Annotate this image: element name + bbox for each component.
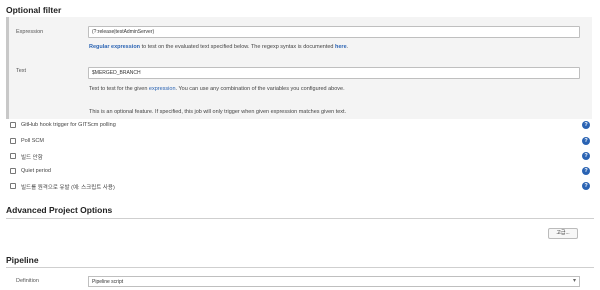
trigger-row-remote-build: 빌드를 원격으로 유발 (예: 스크립트 사용) ? (10, 181, 594, 192)
poll-scm-checkbox[interactable] (10, 138, 16, 144)
help-icon[interactable]: ? (582, 137, 590, 145)
advanced-button[interactable]: 고급... (548, 228, 578, 239)
section-divider (6, 218, 594, 219)
disable-build-checkbox[interactable] (10, 153, 16, 159)
trigger-row-github-hook: GitHub hook trigger for GITScm polling ? (10, 120, 594, 131)
expression-help: Regular expression to test on the evalua… (89, 44, 348, 50)
disable-build-label[interactable]: 빌드 안함 (21, 153, 43, 161)
pipeline-title: Pipeline (6, 255, 39, 265)
remote-build-checkbox[interactable] (10, 183, 16, 189)
expression-input[interactable] (88, 26, 580, 38)
quiet-period-label[interactable]: Quiet period (21, 168, 51, 174)
chevron-down-icon: ▾ (572, 278, 576, 284)
help-icon[interactable]: ? (582, 121, 590, 129)
poll-scm-label[interactable]: Poll SCM (21, 138, 44, 144)
text-help: Text to test for the given expression. Y… (89, 86, 345, 92)
advanced-project-options-title: Advanced Project Options (6, 205, 113, 215)
definition-label: Definition (16, 278, 39, 284)
expression-help-end: . (346, 44, 349, 50)
definition-selected-value: Pipeline script (92, 279, 124, 285)
expression-link[interactable]: expression (149, 86, 176, 92)
trigger-row-disable-build: 빌드 안함 ? (10, 151, 594, 162)
remote-build-label[interactable]: 빌드를 원격으로 유발 (예: 스크립트 사용) (21, 183, 115, 191)
text-help-end: . You can use any combination of the var… (175, 86, 345, 92)
text-input[interactable] (88, 67, 580, 79)
help-icon[interactable]: ? (582, 182, 590, 190)
github-hook-label[interactable]: GitHub hook trigger for GITScm polling (21, 122, 116, 128)
optional-filter-title: Optional filter (6, 5, 62, 15)
definition-select[interactable]: Pipeline script ▾ (88, 276, 580, 287)
optional-filter-note: This is an optional feature. If specifie… (89, 109, 347, 115)
here-link[interactable]: here (335, 44, 347, 50)
github-hook-checkbox[interactable] (10, 122, 16, 128)
trigger-row-quiet-period: Quiet period ? (10, 166, 594, 177)
trigger-row-poll-scm: Poll SCM ? (10, 136, 594, 147)
expression-label: Expression (16, 29, 44, 35)
regular-expression-link[interactable]: Regular expression (89, 44, 140, 50)
text-label: Text (16, 68, 27, 74)
section-divider (6, 267, 594, 268)
text-help-start: Text to test for the given (89, 86, 149, 92)
expression-help-text: to test on the evaluated text specified … (140, 44, 336, 50)
help-icon[interactable]: ? (582, 152, 590, 160)
quiet-period-checkbox[interactable] (10, 168, 16, 174)
help-icon[interactable]: ? (582, 167, 590, 175)
